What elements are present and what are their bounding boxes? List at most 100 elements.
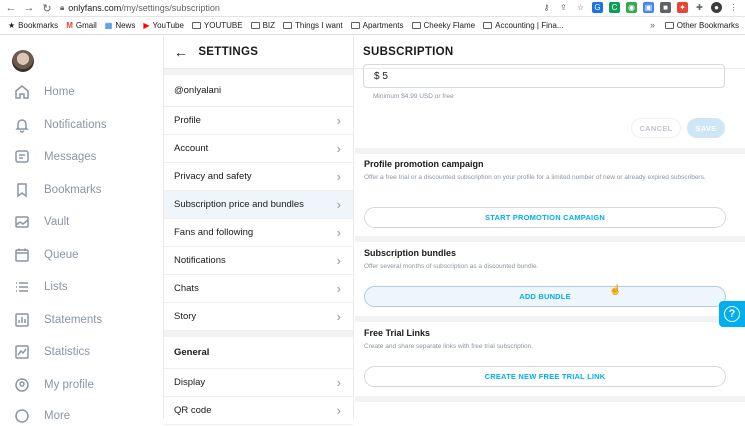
- price-hint: Minimum $4.99 USD or free: [373, 93, 454, 100]
- settings-item-chats[interactable]: Chats ›: [164, 275, 353, 303]
- bookmark-youtube[interactable]: ▶ YouTube: [143, 21, 184, 30]
- bookmark-folder[interactable]: BIZ: [250, 21, 275, 30]
- nav-statements[interactable]: Statements: [14, 310, 102, 330]
- news-icon: ▦: [104, 21, 113, 30]
- bookmark-icon: [14, 182, 30, 198]
- settings-item-notifications[interactable]: Notifications ›: [164, 247, 353, 275]
- nav-home[interactable]: Home: [14, 82, 75, 102]
- bell-icon: [14, 117, 30, 133]
- divider: [355, 148, 745, 154]
- bookmarks-overflow[interactable]: »: [650, 20, 655, 30]
- calendar-icon: [14, 247, 30, 263]
- nav-queue[interactable]: Queue: [14, 245, 79, 265]
- divider: [355, 396, 745, 402]
- chevron-right-icon: ›: [336, 197, 341, 212]
- settings-item-fans[interactable]: Fans and following ›: [164, 219, 353, 247]
- nav-notifications[interactable]: Notifications: [14, 115, 107, 135]
- bookmarks-bar: ★ Bookmarks M Gmail ▦ News ▶ YouTube YOUTUBE…: [0, 17, 745, 35]
- browser-toolbar: ← → ↻ 🔒︎ onlyfans.com/my/settings/subscr…: [0, 0, 745, 17]
- back-icon[interactable]: ←: [4, 1, 18, 15]
- profile-icon: [14, 377, 30, 393]
- extension-icon[interactable]: ■: [660, 2, 671, 13]
- folder-icon: [411, 22, 421, 29]
- bookmark-star[interactable]: ★ Bookmarks: [8, 21, 58, 30]
- promo-description: Offer a free trial or a discounted subsc…: [364, 174, 706, 181]
- other-bookmarks[interactable]: Other Bookmarks: [664, 21, 739, 30]
- free-trial-title: Free Trial Links: [364, 328, 431, 338]
- puzzle-icon[interactable]: ✚: [694, 2, 705, 13]
- bundles-description: Offer several months of subscription as …: [364, 263, 539, 270]
- key-icon[interactable]: ⚷: [541, 2, 552, 13]
- chevron-right-icon: ›: [336, 281, 341, 296]
- price-input[interactable]: $ 5: [363, 64, 725, 88]
- settings-username[interactable]: @onlyalani: [164, 75, 353, 107]
- nav-more[interactable]: More: [14, 406, 70, 426]
- cancel-button[interactable]: CANCEL: [631, 118, 681, 138]
- settings-item-subscription[interactable]: Subscription price and bundles ›: [164, 191, 353, 219]
- bookmark-folder[interactable]: Things I want: [283, 21, 343, 30]
- start-promotion-button[interactable]: START PROMOTION CAMPAIGN: [364, 207, 726, 228]
- extension-icon[interactable]: C: [609, 2, 620, 13]
- help-icon: ?: [724, 306, 740, 322]
- extension-icon[interactable]: ▣: [643, 2, 654, 13]
- lock-icon: 🔒︎: [60, 3, 65, 12]
- free-trial-description: Create and share separate links with fre…: [364, 343, 534, 350]
- menu-dots-icon[interactable]: ⋮: [728, 2, 739, 13]
- settings-item-profile[interactable]: Profile ›: [164, 107, 353, 135]
- settings-item-account[interactable]: Account ›: [164, 135, 353, 163]
- star-icon[interactable]: ☆: [575, 2, 586, 13]
- folder-icon: [664, 22, 674, 29]
- home-icon: [14, 84, 30, 100]
- settings-item-display[interactable]: Display ›: [164, 369, 353, 397]
- folder-icon: [250, 22, 260, 29]
- extension-icon[interactable]: ✦: [677, 2, 688, 13]
- settings-item-story[interactable]: Story ›: [164, 303, 353, 331]
- profile-avatar-icon[interactable]: ●: [711, 2, 722, 13]
- left-nav: Home Notifications Messages Bookmarks Va…: [0, 36, 163, 423]
- mouse-cursor-icon: ☝: [609, 285, 622, 296]
- back-arrow-icon[interactable]: ←: [174, 44, 188, 60]
- extension-icon[interactable]: ◉: [626, 2, 637, 13]
- chevron-right-icon: ›: [336, 141, 341, 156]
- nav-lists[interactable]: Lists: [14, 277, 68, 297]
- bookmark-folder[interactable]: Cheeky Flame: [411, 21, 475, 30]
- message-icon: [14, 149, 30, 165]
- help-button[interactable]: ?: [719, 301, 745, 327]
- avatar[interactable]: [12, 50, 34, 72]
- extension-icon[interactable]: G: [592, 2, 603, 13]
- folder-icon: [191, 22, 201, 29]
- bookmark-folder[interactable]: Apartments: [350, 21, 404, 30]
- divider: [355, 236, 745, 242]
- add-bundle-button[interactable]: ADD BUNDLE: [364, 286, 726, 307]
- settings-header: ← SETTINGS: [164, 36, 353, 69]
- settings-item-privacy[interactable]: Privacy and safety ›: [164, 163, 353, 191]
- settings-section-general: General: [164, 337, 353, 369]
- nav-bookmarks[interactable]: Bookmarks: [14, 180, 102, 200]
- bundles-title: Subscription bundles: [364, 248, 457, 258]
- nav-messages[interactable]: Messages: [14, 147, 96, 167]
- url-host: onlyfans.com: [68, 3, 122, 13]
- share-icon[interactable]: ⇪: [558, 2, 569, 13]
- bookmark-folder[interactable]: YOUTUBE: [191, 21, 243, 30]
- create-free-trial-link-button[interactable]: CREATE NEW FREE TRIAL LINK: [364, 366, 726, 387]
- bookmark-gmail[interactable]: M Gmail: [66, 21, 97, 30]
- settings-item-qr-code[interactable]: QR code ›: [164, 397, 353, 425]
- address-bar[interactable]: 🔒︎ onlyfans.com/my/settings/subscription: [60, 1, 220, 15]
- nav-statistics[interactable]: Statistics: [14, 342, 90, 362]
- gmail-icon: M: [66, 21, 73, 30]
- save-button[interactable]: SAVE: [687, 118, 725, 138]
- chevron-right-icon: ›: [336, 225, 341, 240]
- reload-icon[interactable]: ↻: [40, 1, 54, 15]
- bookmark-folder[interactable]: Accounting | Fina...: [483, 21, 563, 30]
- nav-my-profile[interactable]: My profile: [14, 375, 94, 395]
- star-icon: ★: [8, 21, 16, 30]
- forward-icon[interactable]: →: [22, 1, 36, 15]
- url-path: /my/settings/subscription: [121, 3, 220, 13]
- folder-icon: [350, 22, 360, 29]
- bookmark-news[interactable]: ▦ News: [105, 21, 136, 30]
- chart-icon: [14, 344, 30, 360]
- promo-title: Profile promotion campaign: [364, 159, 484, 169]
- folder-icon: [483, 22, 493, 29]
- nav-vault[interactable]: Vault: [14, 212, 69, 232]
- app: Home Notifications Messages Bookmarks Va…: [0, 36, 745, 425]
